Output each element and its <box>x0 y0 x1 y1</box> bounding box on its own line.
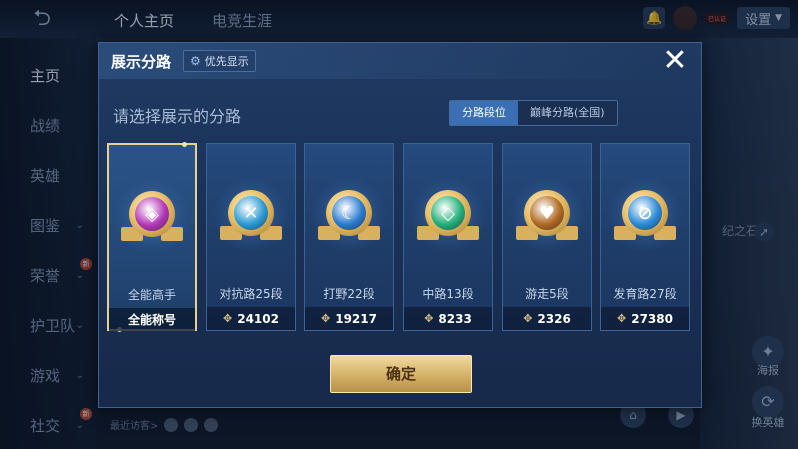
lane-card[interactable]: ◈ 全能高手全能称号 <box>107 142 197 332</box>
peak-points-icon: ✥ <box>223 312 233 325</box>
lane-display-dialog: 展示分路 ⚙ 优先显示 ✕ 请选择展示的分路 分路段位 巅峰分路(全国) ◈ 全能… <box>98 42 702 408</box>
lane-emblem-icon: ☾ <box>312 178 386 252</box>
lane-rank-label: 打野22段 <box>323 287 375 301</box>
selection-corner-dot <box>182 142 187 147</box>
lane-points-value: 27380 <box>631 311 673 326</box>
gear-icon: ⚙ <box>190 54 201 68</box>
tab-lane-rank[interactable]: 分路段位 <box>450 101 518 125</box>
lane-card[interactable]: ⊘ 发育路27段 ✥ 27380 <box>600 143 690 331</box>
peak-points-icon: ✥ <box>523 312 533 325</box>
lane-points: ✥ 27380 <box>601 307 689 330</box>
lane-emblem-icon: ◇ <box>411 178 485 252</box>
lane-points-value: 全能称号 <box>127 313 176 327</box>
priority-display-button[interactable]: ⚙ 优先显示 <box>183 50 256 72</box>
emblem-core: ☾ <box>332 196 366 230</box>
lane-emblem-icon: ◈ <box>115 179 189 253</box>
lane-points: ✥ 2326 <box>503 307 591 330</box>
lane-card[interactable]: ✕ 对抗路25段 ✥ 24102 <box>206 143 296 331</box>
peak-points-icon: ✥ <box>424 312 434 325</box>
lane-rank-label: 中路13段 <box>422 287 474 301</box>
emblem-core: ◈ <box>135 197 169 231</box>
lane-points-value: 24102 <box>237 311 279 326</box>
emblem-core: ✕ <box>234 196 268 230</box>
lane-rank-label: 全能高手 <box>127 288 176 302</box>
mode-tabs: 分路段位 巅峰分路(全国) <box>449 100 618 126</box>
peak-points-icon: ✥ <box>321 312 331 325</box>
priority-display-label: 优先显示 <box>204 55 249 68</box>
tab-peak-lane[interactable]: 巅峰分路(全国) <box>518 101 617 125</box>
lane-rank-label: 发育路27段 <box>613 287 677 301</box>
lane-rank-label: 对抗路25段 <box>219 287 283 301</box>
lane-card-list: ◈ 全能高手全能称号 ✕ 对抗路25段 ✥ 24102 ☾ 打野22段 ✥ 19217 ◇ 中路13段… <box>107 142 693 333</box>
lane-points: ✥ 8233 <box>404 307 492 330</box>
lane-points: 全能称号 <box>109 308 195 331</box>
lane-card[interactable]: ☾ 打野22段 ✥ 19217 <box>304 143 394 331</box>
lane-points: ✥ 19217 <box>305 307 393 330</box>
dialog-title: 展示分路 <box>111 53 172 71</box>
lane-points: ✥ 24102 <box>207 307 295 330</box>
emblem-core: ⊘ <box>628 196 662 230</box>
confirm-button[interactable]: 确定 <box>330 355 472 393</box>
lane-points-value: 2326 <box>537 311 571 326</box>
peak-points-icon: ✥ <box>617 312 627 325</box>
lane-card[interactable]: ♥ 游走5段 ✥ 2326 <box>502 143 592 331</box>
lane-rank-label: 游走5段 <box>525 287 569 301</box>
lane-emblem-icon: ✕ <box>214 178 288 252</box>
lane-emblem-icon: ♥ <box>510 178 584 252</box>
lane-points-value: 8233 <box>438 311 472 326</box>
emblem-core: ◇ <box>431 196 465 230</box>
dialog-subtitle: 请选择展示的分路 <box>113 107 242 126</box>
dialog-header: 展示分路 ⚙ 优先显示 ✕ <box>99 43 701 79</box>
lane-points-value: 19217 <box>335 311 377 326</box>
emblem-core: ♥ <box>530 196 564 230</box>
lane-card[interactable]: ◇ 中路13段 ✥ 8233 <box>403 143 493 331</box>
close-button[interactable]: ✕ <box>659 45 691 77</box>
lane-emblem-icon: ⊘ <box>608 178 682 252</box>
